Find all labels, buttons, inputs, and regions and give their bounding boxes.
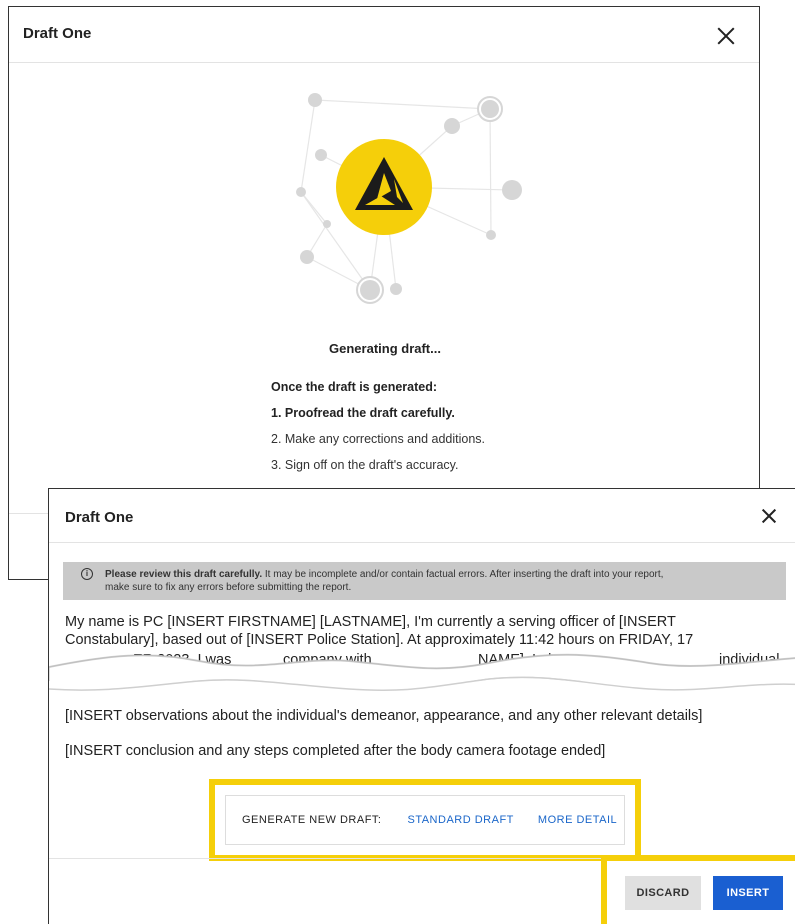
step-item: 3. Sign off on the draft's accuracy. <box>271 458 459 472</box>
generate-label: GENERATE NEW DRAFT: <box>242 814 382 826</box>
warning-bold: Please review this draft carefully. <box>105 569 263 580</box>
review-warning-banner: i Please review this draft carefully. It… <box>63 562 786 600</box>
step-item: 2. Make any corrections and additions. <box>271 432 486 446</box>
draft-paragraph[interactable]: [INSERT conclusion and any steps complet… <box>65 742 785 760</box>
warning-text-line2: make sure to fix any errors before submi… <box>105 582 352 593</box>
more-detail-button[interactable]: MORE DETAIL <box>538 814 617 826</box>
dialog-title: Draft One <box>65 509 134 526</box>
dialog-header: Draft One <box>49 489 795 543</box>
standard-draft-button[interactable]: STANDARD DRAFT <box>407 814 513 826</box>
draft-line: My name is PC [INSERT FIRSTNAME] [LASTNA… <box>65 614 676 630</box>
generate-new-draft-panel: GENERATE NEW DRAFT: STANDARD DRAFT MORE … <box>225 795 625 845</box>
discard-button[interactable]: DISCARD <box>625 876 701 910</box>
close-icon[interactable] <box>759 507 781 529</box>
steps-heading: Once the draft is generated: <box>271 380 438 394</box>
info-icon: i <box>81 568 93 580</box>
draft-one-logo-icon <box>336 139 432 235</box>
draft-one-dialog-front: Draft One i Please review this draft car… <box>48 488 795 924</box>
torn-paper-break: ER 2023, I was company with NAME]. I obs… <box>49 652 795 697</box>
network-graphic <box>296 93 522 304</box>
generating-status: Generating draft... <box>329 341 441 356</box>
draft-paragraph[interactable]: [INSERT observations about the individua… <box>65 707 785 725</box>
warning-text: It may be incomplete and/or contain fact… <box>262 569 664 580</box>
instructions-list: Once the draft is generated: 1. Proofrea… <box>271 379 485 483</box>
divider <box>9 513 49 514</box>
step-item: 1. Proofread the draft carefully. <box>271 406 455 420</box>
insert-button[interactable]: INSERT <box>713 876 783 910</box>
